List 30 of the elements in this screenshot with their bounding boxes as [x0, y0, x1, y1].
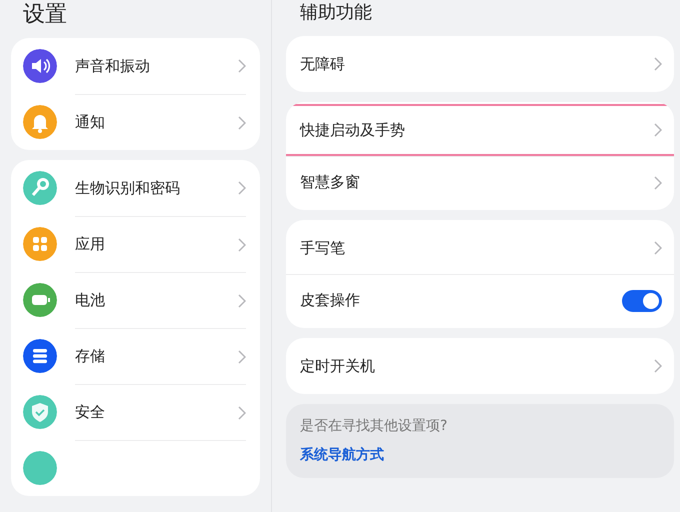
- settings-item[interactable]: 电池: [11, 272, 260, 328]
- chevron-right-icon: [238, 238, 246, 252]
- settings-item[interactable]: 皮套操作: [286, 274, 674, 326]
- navigation-link[interactable]: 系统导航方式: [300, 445, 384, 466]
- settings-item[interactable]: 生物识别和密码: [11, 160, 260, 216]
- suggestion-question: 是否在寻找其他设置项?: [300, 417, 448, 436]
- settings-item[interactable]: 快捷启动及手势: [286, 104, 674, 156]
- chevron-right-icon: [238, 116, 246, 130]
- settings-item[interactable]: 通知: [11, 94, 260, 150]
- section-title: 辅助功能: [300, 2, 373, 25]
- chevron-right-icon: [654, 241, 662, 255]
- chevron-right-icon: [238, 294, 246, 308]
- chevron-right-icon: [238, 181, 246, 195]
- settings-item[interactable]: 智慧多窗: [286, 156, 674, 208]
- chevron-right-icon: [654, 359, 662, 373]
- settings-item[interactable]: 声音和振动: [11, 38, 260, 94]
- chevron-right-icon: [238, 59, 246, 73]
- toggle-switch[interactable]: [622, 290, 662, 312]
- settings-item[interactable]: 应用: [11, 216, 260, 272]
- chevron-right-icon: [238, 350, 246, 364]
- settings-item[interactable]: 无障碍: [286, 38, 674, 90]
- chevron-right-icon: [654, 176, 662, 190]
- settings-item[interactable]: 存储: [11, 328, 260, 384]
- settings-item[interactable]: 安全: [11, 384, 260, 440]
- settings-item[interactable]: 定时开关机: [286, 340, 674, 392]
- chevron-right-icon: [654, 57, 662, 71]
- chevron-right-icon: [238, 406, 246, 420]
- settings-item[interactable]: 手写笔: [286, 222, 674, 274]
- chevron-right-icon: [654, 123, 662, 137]
- page-title: 设置: [23, 2, 68, 29]
